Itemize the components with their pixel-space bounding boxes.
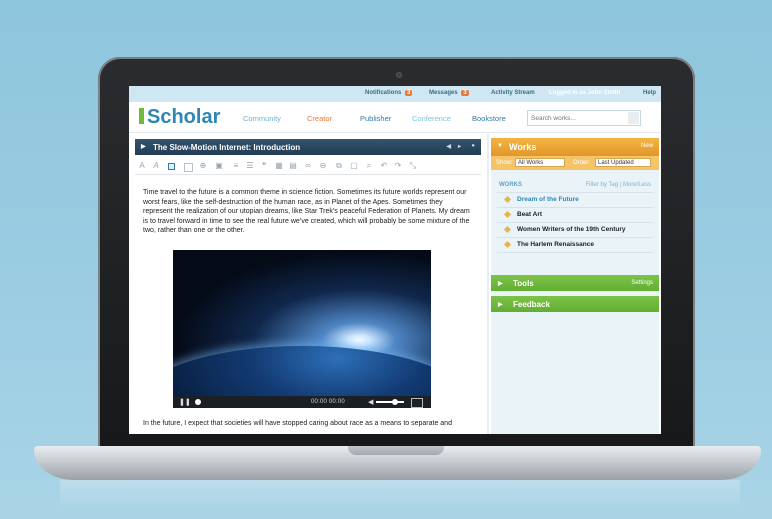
tools-title: Tools <box>513 279 534 288</box>
ordered-list-icon[interactable]: ≡ <box>231 161 241 171</box>
right-sidebar: ▼ Works New Show: All Works Order: Last … <box>491 138 659 434</box>
undo-icon[interactable]: ↶ <box>379 161 389 171</box>
fullscreen-icon[interactable]: ⤡ <box>408 161 418 171</box>
unordered-list-icon[interactable]: ☰ <box>245 161 255 171</box>
logo-mark-icon <box>139 108 144 124</box>
work-icon <box>503 195 512 204</box>
link-icon[interactable]: ∞ <box>303 161 313 171</box>
nav-community[interactable]: Community <box>243 114 281 123</box>
italic-icon[interactable]: A <box>151 161 161 171</box>
order-select[interactable]: Last Updated <box>595 158 651 167</box>
scholar-logo[interactable]: Scholar <box>139 106 220 129</box>
work-title: Dream of the Future <box>517 196 579 203</box>
nav-bookstore[interactable]: Bookstore <box>472 114 506 123</box>
insert-box-icon[interactable] <box>168 163 175 170</box>
notifications-badge: 3 <box>405 90 413 96</box>
paste-icon[interactable]: ▢ <box>349 161 359 171</box>
order-label: Order: <box>573 160 591 166</box>
redo-icon[interactable]: ↷ <box>393 161 403 171</box>
insert-table-icon[interactable] <box>184 163 193 172</box>
search-input[interactable] <box>528 111 628 125</box>
quote-icon[interactable]: ❝ <box>259 161 269 171</box>
panel-divider <box>487 134 489 434</box>
scrubber-handle[interactable] <box>195 399 201 405</box>
media-icon[interactable]: ▤ <box>288 161 298 171</box>
show-select[interactable]: All Works <box>515 158 565 167</box>
messages-badge: 3 <box>461 90 469 96</box>
tools-expand-icon[interactable]: ▶ <box>498 280 503 287</box>
document-title-bar: ▶ The Slow-Motion Internet: Introduction… <box>135 139 481 155</box>
pause-icon[interactable]: ❚❚ <box>179 398 191 406</box>
help-link[interactable]: Help <box>643 90 656 96</box>
notifications-label: Notifications <box>365 90 402 96</box>
search-box <box>527 110 641 126</box>
volume-bar[interactable] <box>376 401 404 403</box>
nav-publisher[interactable]: Publisher <box>360 114 391 123</box>
show-label: Show: <box>496 160 513 166</box>
work-icon <box>503 240 512 249</box>
editor-toolbar: A A ⊕ ▣ ≡ ☰ ❝ ▦ ▤ ∞ ⊖ ⧉ ▢ ⌕ ↶ ↷ ⤡ <box>135 160 481 175</box>
filter-by-tag-link[interactable]: Filter by Tag | More/Less <box>586 182 651 188</box>
tools-panel-header[interactable]: ▶ Tools Settings <box>491 275 659 291</box>
unlink-icon[interactable]: ⊖ <box>318 161 328 171</box>
feedback-expand-icon[interactable]: ▶ <box>498 301 503 308</box>
tools-settings-link[interactable]: Settings <box>631 280 653 286</box>
video-time: 00:00 00:00 <box>311 399 345 405</box>
video-player[interactable]: ❚❚ 00:00 00:00 ◀ <box>173 250 431 408</box>
reflection <box>60 480 740 510</box>
video-controls: ❚❚ 00:00 00:00 ◀ <box>173 396 431 408</box>
next-icon[interactable]: ▸ <box>458 143 461 150</box>
logged-in-user[interactable]: Logged in as John Smith <box>549 90 620 96</box>
works-column-label: WORKS <box>499 182 522 188</box>
messages-link[interactable]: Messages 3 <box>429 90 469 96</box>
image-icon[interactable]: ▣ <box>214 161 224 171</box>
search-icon[interactable]: ⌕ <box>364 161 374 171</box>
grid-icon[interactable]: ▦ <box>274 161 284 171</box>
notifications-link[interactable]: Notifications 3 <box>365 90 413 96</box>
logo-text: Scholar <box>147 106 221 128</box>
list-item[interactable]: Dream of the Future <box>497 193 653 208</box>
copy-icon[interactable]: ⧉ <box>334 161 344 171</box>
new-work-button[interactable]: New <box>641 143 653 149</box>
work-icon <box>503 210 512 219</box>
works-list-header: WORKS Filter by Tag | More/Less <box>497 178 653 193</box>
works-collapse-icon[interactable]: ▼ <box>497 143 503 149</box>
webcam-icon <box>396 72 402 78</box>
document-paragraph[interactable]: Time travel to the future is a common th… <box>143 188 473 236</box>
font-a-icon[interactable]: A <box>137 161 147 171</box>
document-paragraph-2[interactable]: In the future, I expect that societies w… <box>143 420 473 427</box>
works-list: WORKS Filter by Tag | More/Less Dream of… <box>497 178 653 253</box>
messages-label: Messages <box>429 90 458 96</box>
works-title: Works <box>509 142 537 152</box>
work-title: Women Writers of the 19th Century <box>517 226 626 233</box>
list-item[interactable]: Women Writers of the 19th Century <box>497 223 653 238</box>
utility-bar: Notifications 3 Messages 3 Activity Stre… <box>129 86 661 102</box>
work-title: Beat Art <box>517 211 543 218</box>
document-title: The Slow-Motion Internet: Introduction <box>153 143 301 152</box>
work-title: The Harlem Renaissance <box>517 241 594 248</box>
list-item[interactable]: Beat Art <box>497 208 653 223</box>
feedback-panel-header[interactable]: ▶ Feedback <box>491 296 659 312</box>
collapse-arrow-icon[interactable]: ▶ <box>141 143 146 150</box>
nav-conference[interactable]: Conference <box>412 114 451 123</box>
works-panel-header[interactable]: ▼ Works New <box>491 138 659 156</box>
volume-knob[interactable] <box>392 399 398 405</box>
settings-icon[interactable]: ● <box>471 143 475 149</box>
zoom-icon[interactable]: ⊕ <box>198 161 208 171</box>
main-header: Scholar Community Creator Publisher Conf… <box>129 102 661 133</box>
app-screen: Notifications 3 Messages 3 Activity Stre… <box>129 86 661 434</box>
work-icon <box>503 225 512 234</box>
volume-icon[interactable]: ◀ <box>368 398 373 406</box>
laptop-hinge-notch <box>348 446 444 455</box>
list-item[interactable]: The Harlem Renaissance <box>497 238 653 253</box>
nav-creator[interactable]: Creator <box>307 114 332 123</box>
activity-stream-link[interactable]: Activity Stream <box>491 90 535 96</box>
fullscreen-video-icon[interactable] <box>411 398 423 408</box>
prev-icon[interactable]: ◀ <box>446 143 451 150</box>
works-filters: Show: All Works Order: Last Updated <box>491 156 659 170</box>
feedback-title: Feedback <box>513 300 550 309</box>
search-button[interactable] <box>628 112 639 124</box>
